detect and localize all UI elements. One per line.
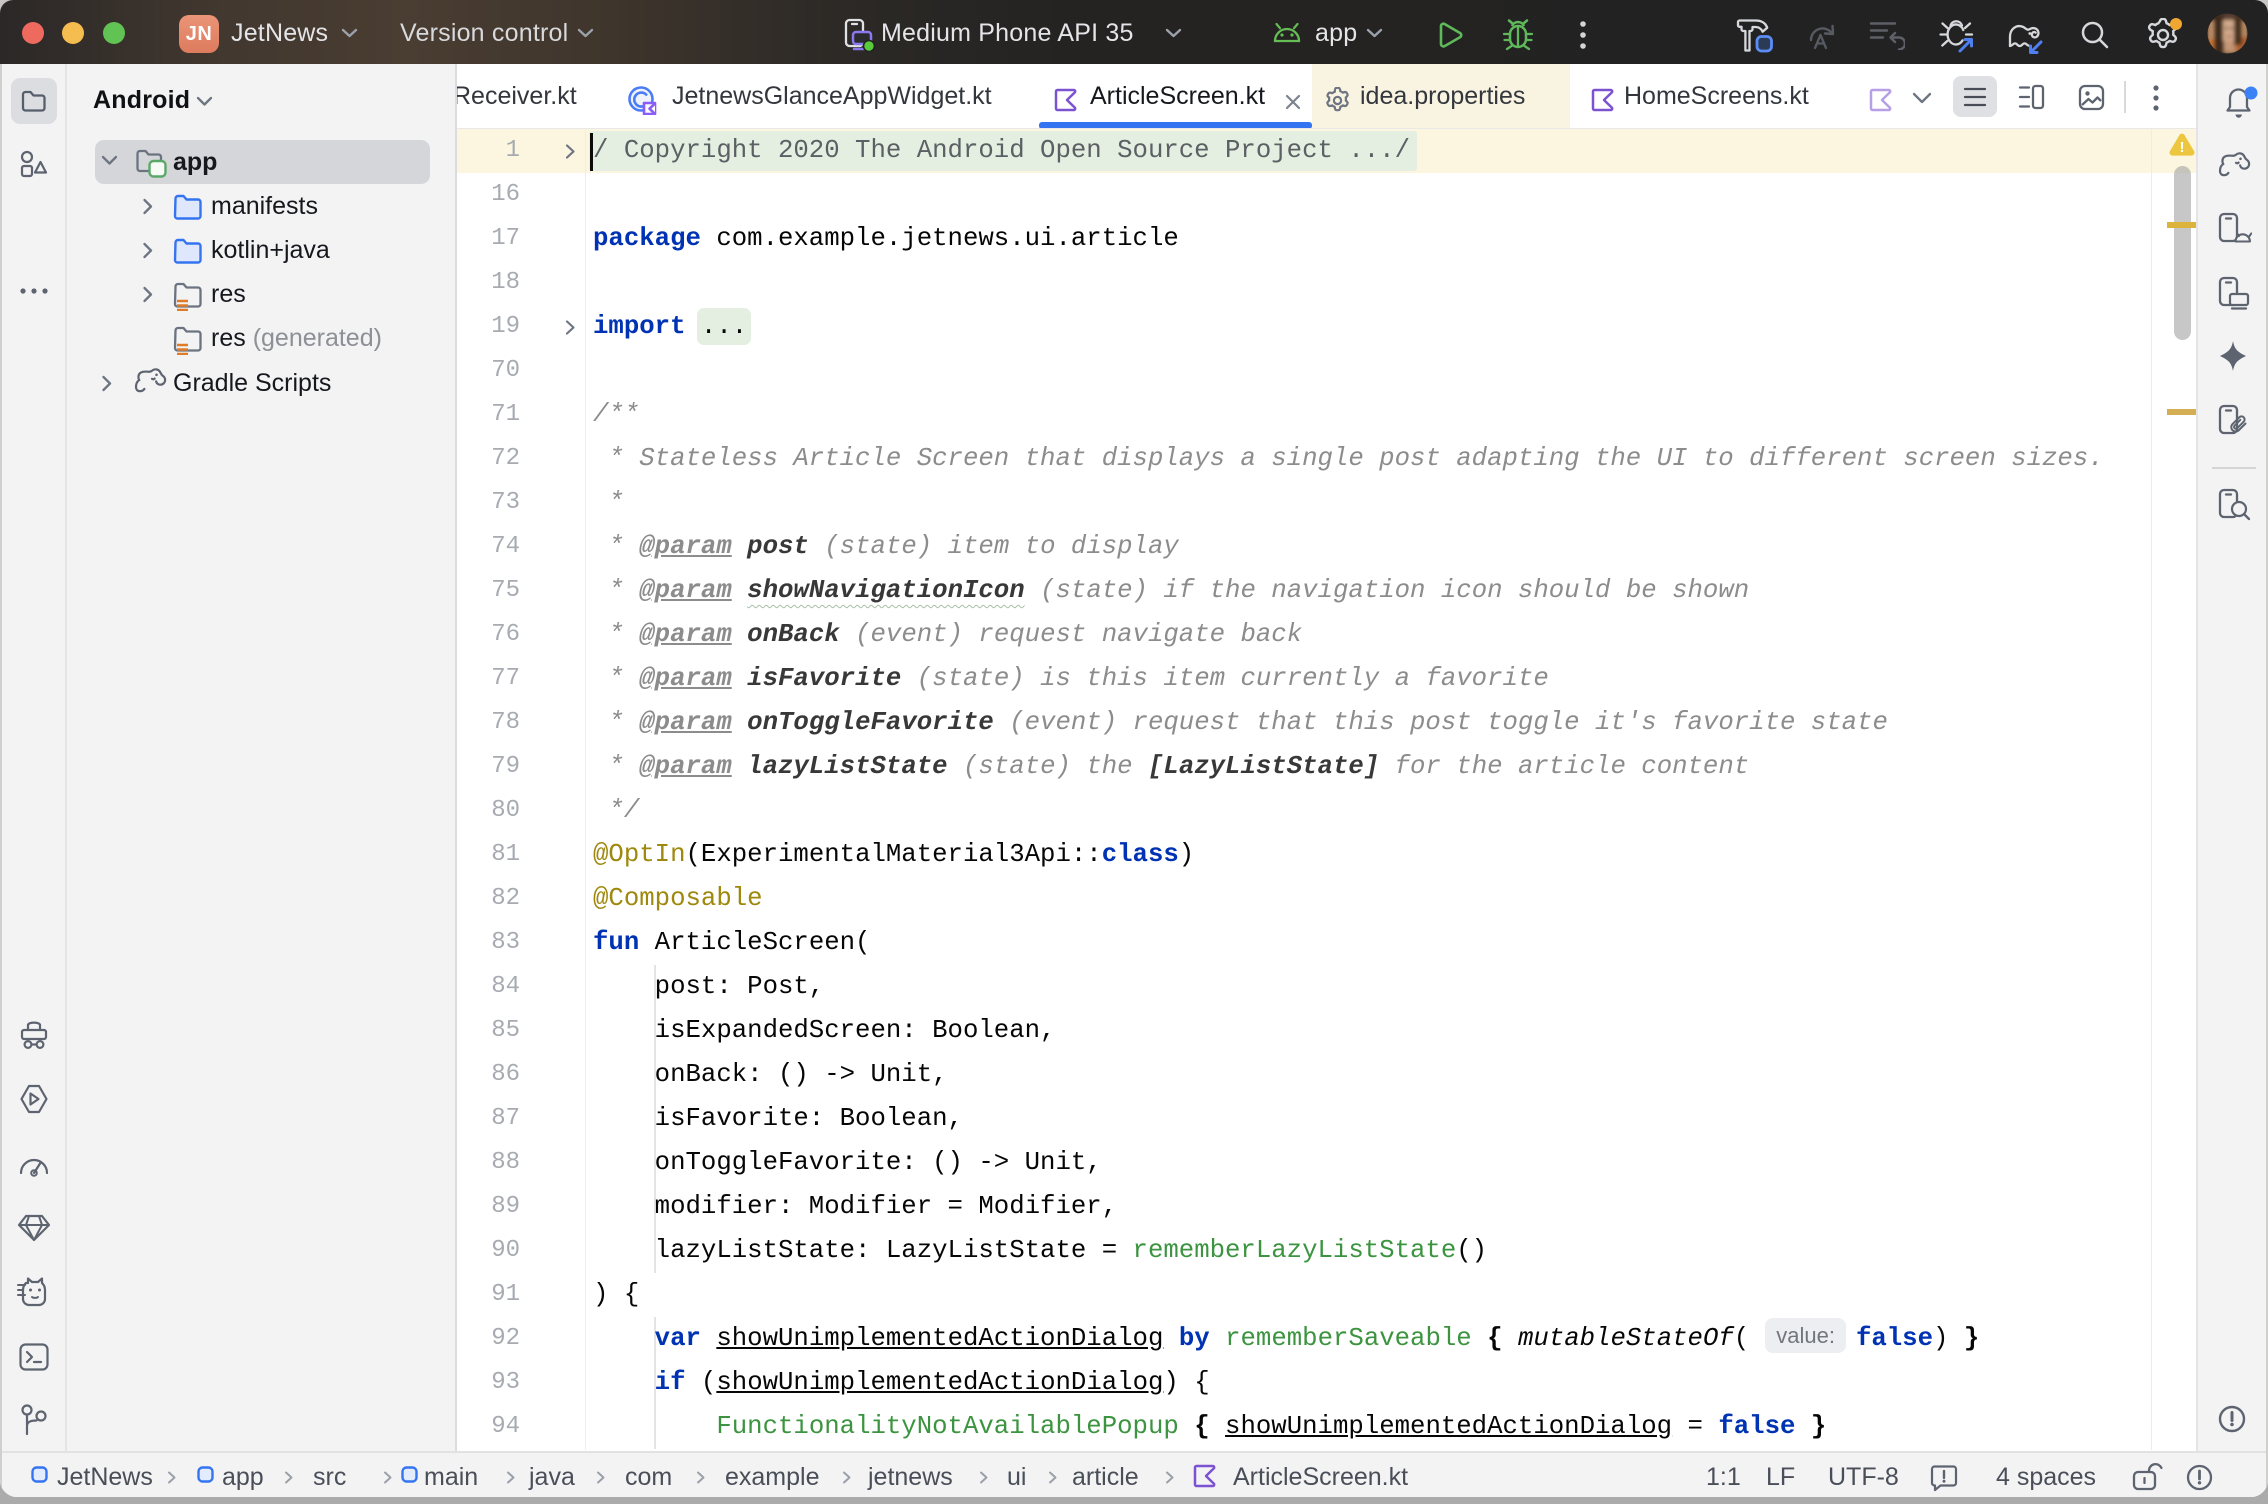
svg-text:!: ! <box>2180 139 2185 156</box>
